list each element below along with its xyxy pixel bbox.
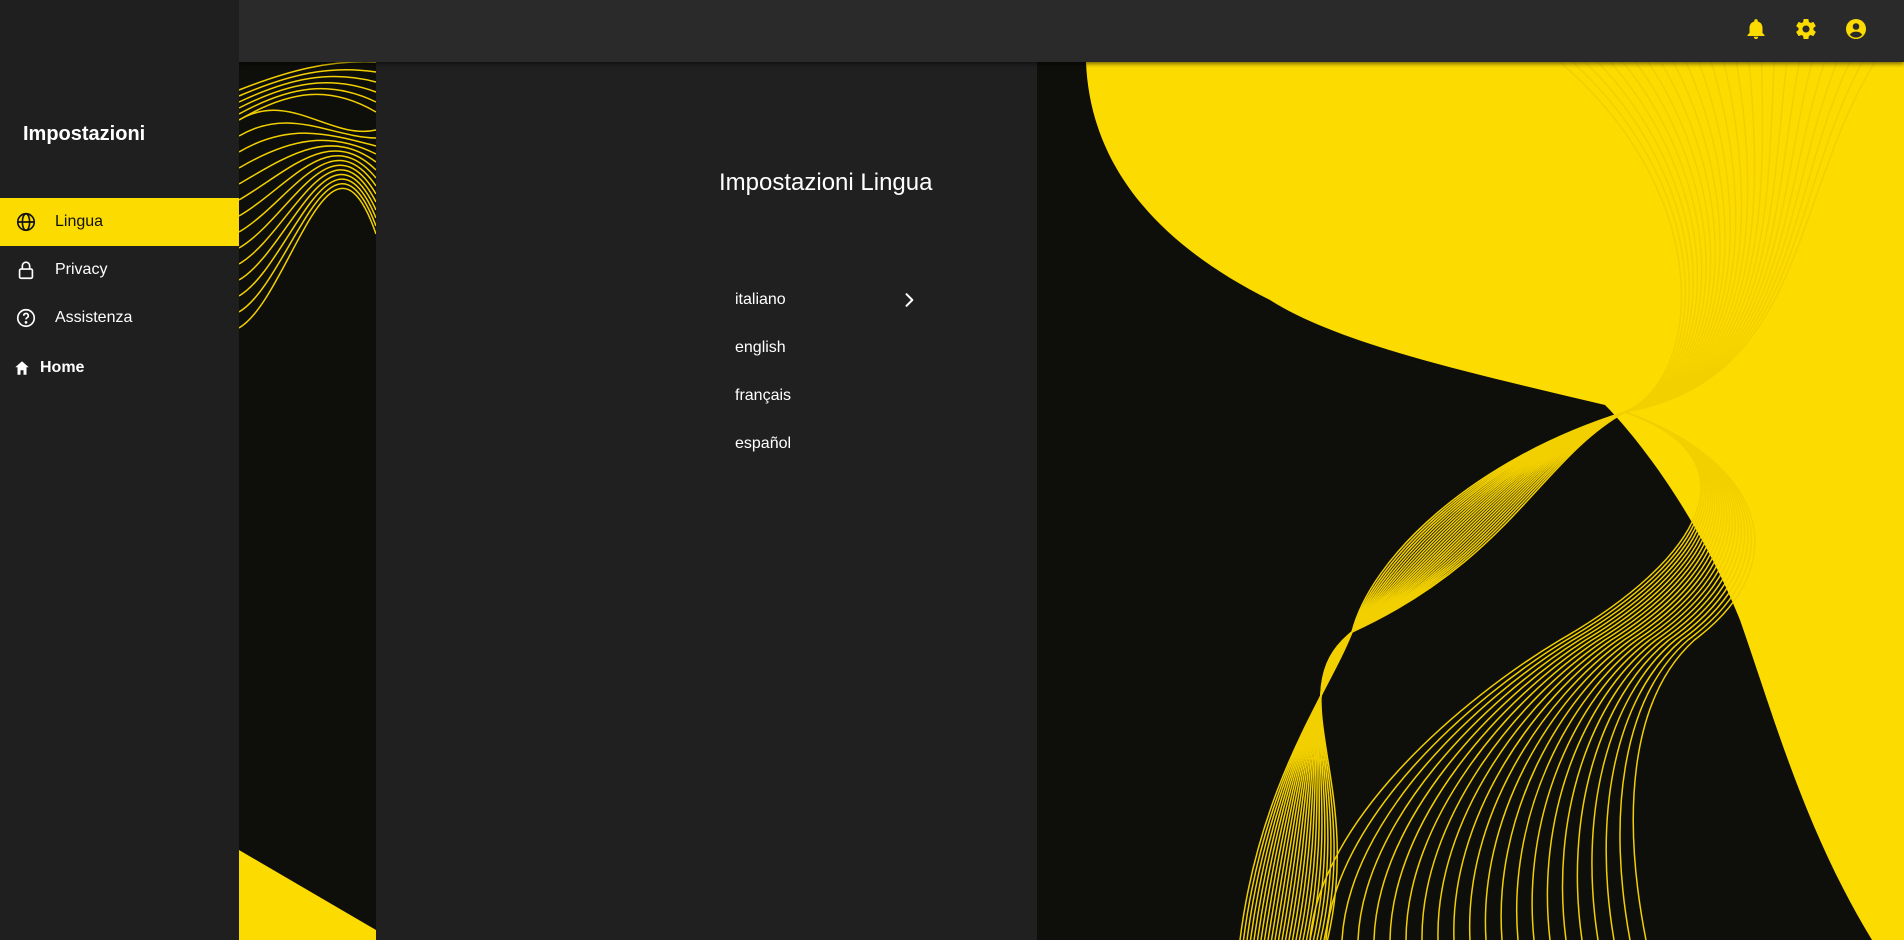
sidebar: Impostazioni Lingua Privacy Assistenza H… (0, 0, 239, 940)
language-option-espanol[interactable]: español (735, 420, 935, 468)
chevron-right-icon (905, 293, 914, 307)
bell-icon[interactable] (1744, 17, 1768, 41)
language-option-francais[interactable]: français (735, 372, 935, 420)
sidebar-item-label: Privacy (55, 261, 108, 278)
topbar-actions (1744, 17, 1868, 41)
language-list: italiano english français español (735, 276, 935, 468)
language-label: français (735, 387, 792, 404)
page-title: Impostazioni Lingua (719, 169, 933, 196)
sidebar-item-privacy[interactable]: Privacy (0, 246, 239, 294)
sidebar-nav: Lingua Privacy Assistenza (0, 198, 239, 342)
home-icon (15, 361, 29, 375)
language-label: italiano (735, 291, 786, 308)
lock-icon (18, 261, 34, 280)
help-circle-icon (16, 308, 36, 328)
globe-icon (16, 212, 36, 232)
top-app-bar (239, 0, 1904, 62)
sidebar-item-assistenza[interactable]: Assistenza (0, 294, 239, 342)
language-option-italiano[interactable]: italiano (735, 276, 935, 324)
sidebar-item-lingua[interactable]: Lingua (0, 198, 239, 246)
language-settings-panel: Impostazioni Lingua italiano english fra… (376, 62, 1037, 940)
sidebar-item-label: Assistenza (55, 309, 133, 326)
account-circle-icon[interactable] (1844, 17, 1868, 41)
sidebar-item-label: Lingua (55, 213, 104, 230)
language-label: english (735, 339, 786, 356)
home-label: Home (40, 359, 85, 376)
home-link[interactable]: Home (13, 359, 84, 377)
gear-icon[interactable] (1794, 17, 1818, 41)
language-label: español (735, 435, 792, 452)
sidebar-title: Impostazioni (23, 123, 146, 145)
language-option-english[interactable]: english (735, 324, 935, 372)
